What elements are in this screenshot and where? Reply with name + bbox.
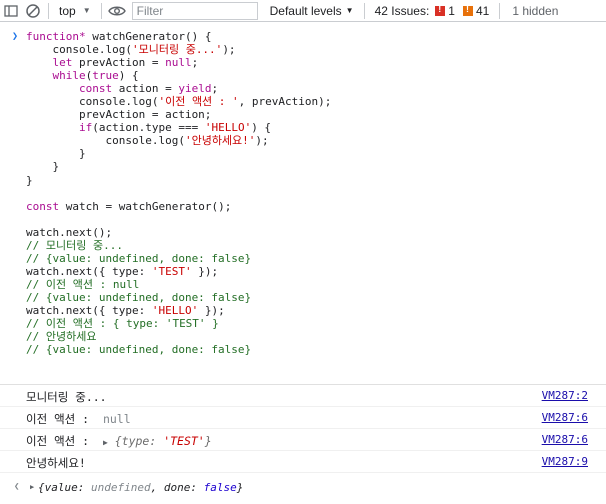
source-link[interactable]: VM287:6 [542,433,588,446]
issues-button[interactable]: 42 Issues: 1 41 [369,4,496,18]
chevron-down-icon: ▼ [345,6,354,15]
result-object[interactable]: {value: undefined, done: false} [38,481,243,494]
prompt-chevron-icon: ❯ [12,31,19,42]
code-line: let prevAction = null; [52,56,199,70]
log-row: 안녕하세요! VM287:9 [0,451,606,473]
log-message: 이전 액션 : null [26,411,131,427]
error-badge-icon [435,4,446,16]
code-line: } [26,160,60,174]
result-row: ❮ ▶ {value: undefined, done: false} [0,476,606,500]
console-toolbar: top ▼ Default levels ▼ 42 Issues: 1 41 1… [0,0,606,22]
source-link[interactable]: VM287:9 [542,455,588,468]
error-count: 1 [448,3,455,18]
source-link[interactable]: VM287:2 [542,389,588,402]
code-line: } [26,147,86,161]
issues-label: 42 Issues: [374,3,430,18]
source-link[interactable]: VM287:6 [542,411,588,424]
code-line: console.log('이전 액션 : ', prevAction); [26,95,332,109]
context-label: top [59,3,76,18]
code-line: prevAction = action; [26,108,212,122]
code-line: if(action.type === 'HELLO') { [78,121,272,135]
code-block: function* watchGenerator() { console.log… [26,30,331,356]
value-undefined: undefined [90,481,151,494]
code-line: // {value: undefined, done: false} [26,290,252,304]
code-line: watch.next({ type: 'HELLO' }); [26,303,225,317]
log-message: 모니터링 중... [26,390,107,404]
brace: } [236,481,244,494]
hidden-messages-count: 1 hidden [512,3,559,18]
brace: { [38,481,45,494]
expand-triangle-icon[interactable]: ▶ [103,438,108,447]
code-line: console.log('안녕하세요!'); [26,134,269,148]
code-line: } [26,173,33,187]
code-line: const watch = watchGenerator(); [26,199,232,213]
context-selector[interactable]: top ▼ [53,0,97,22]
code-line: // 안녕하세요 [26,330,97,344]
log-message: 안녕하세요! [26,456,86,470]
code-line: // 이전 액션 : null [26,277,140,291]
log-message: 이전 액션 : ▶ {type: 'TEST'} [26,433,212,449]
code-line: while(true) { [52,69,139,83]
levels-label: Default levels [269,3,342,18]
code-line: watch.next({ type: 'TEST' }); [26,264,219,278]
value-false: false [203,481,237,494]
code-line: // 모니터링 중... [26,238,123,252]
warning-badge-icon [462,4,473,16]
toolbar-divider [100,2,102,19]
expand-triangle-icon[interactable]: ▶ [30,483,34,491]
object-preview[interactable]: {type: 'TEST'} [115,434,212,448]
null-value: null [102,412,131,426]
log-row: 이전 액션 : null VM287:6 [0,407,606,429]
code-line: function* watchGenerator() { [26,30,212,43]
toolbar-divider [363,2,365,19]
toolbar-divider [499,2,501,19]
log-row: 모니터링 중... VM287:2 [0,385,606,407]
code-line: // 이전 액션 : { type: 'TEST' } [26,317,219,331]
warning-count: 41 [475,3,490,18]
clear-console-icon[interactable] [22,0,44,22]
filter-input[interactable] [131,1,258,20]
sidebar-toggle-icon[interactable] [0,0,22,22]
code-line: // {value: undefined, done: false} [26,343,252,357]
code-line: const action = yield; [78,82,219,96]
chevron-down-icon: ▼ [82,6,91,15]
toolbar-divider [48,2,49,19]
code-line: // {value: undefined, done: false} [26,251,252,265]
log-message-text: 이전 액션 : [26,434,97,448]
code-line: watch.next(); [26,225,113,239]
console-input-echo: ❯ function* watchGenerator() { console.l… [0,22,606,385]
key-done: done: [163,481,204,494]
key-value: value: [44,481,91,494]
result-chevron-icon: ❮ [14,482,20,492]
code-line: console.log('모니터링 중...'); [26,43,236,57]
log-levels-dropdown[interactable]: Default levels ▼ [264,4,360,18]
log-row: 이전 액션 : ▶ {type: 'TEST'} VM287:6 [0,429,606,451]
separator: , [150,481,164,494]
live-expression-eye-icon[interactable] [106,0,128,22]
log-message-text: 이전 액션 : [26,412,97,426]
